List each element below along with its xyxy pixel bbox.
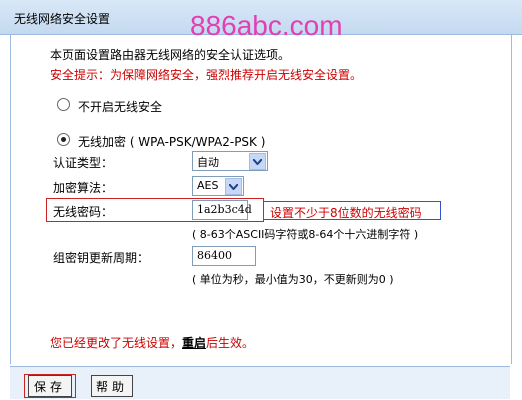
group-key-label: 组密钥更新周期： — [53, 251, 150, 265]
password-annotation: 设置不少于8位数的无线密码 — [270, 206, 422, 220]
button-bar — [10, 366, 510, 399]
radio-wpa-psk-label: 无线加密 ( WPA-PSK/WPA2-PSK ) — [78, 135, 266, 149]
status-message: 您已经更改了无线设置，重启后生效。 — [50, 334, 254, 351]
password-value: 1a2b3c4d — [197, 203, 252, 216]
password-label: 无线密码： — [53, 205, 114, 219]
radio-no-security-label: 不开启无线安全 — [78, 100, 163, 114]
chevron-down-icon — [225, 178, 242, 195]
encryption-value: AES — [197, 179, 219, 192]
save-button[interactable]: 保存 — [28, 375, 72, 397]
help-button[interactable]: 帮助 — [91, 375, 133, 397]
page-description: 本页面设置路由器无线网络的安全认证选项。 — [50, 48, 291, 62]
reboot-link[interactable]: 重启 — [182, 336, 206, 350]
auth-type-value: 自动 — [197, 156, 219, 169]
password-hint: ( 8-63个ASCII码字符或8-64个十六进制字符 ) — [192, 228, 419, 241]
security-warning: 安全提示：为保障网络安全，强烈推荐开启无线安全设置。 — [50, 68, 363, 82]
radio-wpa-psk[interactable] — [57, 133, 70, 146]
radio-selected-dot — [61, 137, 66, 142]
auth-type-select[interactable]: 自动 — [192, 151, 268, 171]
chevron-down-icon — [249, 153, 266, 170]
radio-no-security[interactable] — [57, 98, 70, 111]
encryption-select[interactable]: AES — [192, 176, 244, 196]
status-prefix: 您已经更改了无线设置， — [50, 336, 183, 350]
group-key-value: 86400 — [197, 249, 232, 262]
group-key-input[interactable]: 86400 — [192, 246, 256, 266]
auth-type-label: 认证类型： — [53, 156, 114, 170]
password-input[interactable]: 1a2b3c4d — [192, 200, 252, 220]
status-suffix: 后生效。 — [206, 336, 255, 350]
window-title: 无线网络安全设置 — [14, 12, 111, 26]
group-key-hint: ( 单位为秒，最小值为30，不更新则为0 ) — [192, 273, 394, 286]
title-bar: 无线网络安全设置 886abc.com — [0, 0, 522, 41]
encryption-label: 加密算法： — [53, 181, 114, 195]
